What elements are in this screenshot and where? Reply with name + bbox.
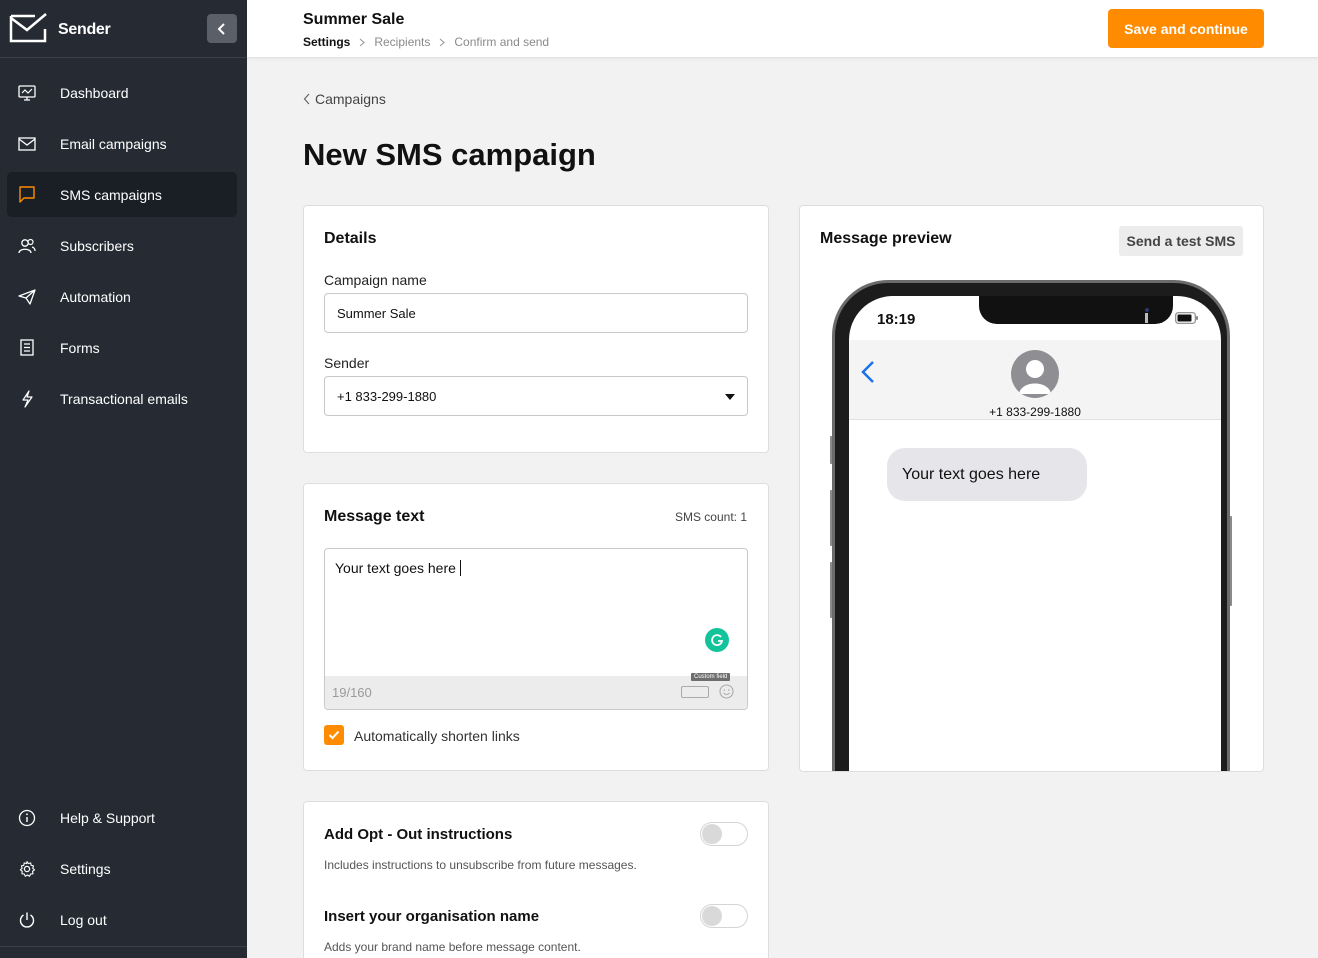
form-icon (17, 338, 37, 358)
message-bubble: Your text goes here (887, 448, 1087, 501)
custom-field-icon[interactable] (681, 686, 709, 698)
sidebar-item-dashboard[interactable]: Dashboard (7, 70, 237, 115)
sidebar-item-label: Subscribers (60, 237, 134, 254)
custom-field-tooltip: Custom field (691, 673, 731, 681)
textarea-footer: 19/160 Custom field (325, 673, 747, 709)
sidebar-item-label: Email campaigns (60, 135, 167, 152)
sidebar-header: Sender (0, 0, 247, 58)
status-time: 18:19 (877, 311, 916, 328)
paper-plane-icon (17, 287, 37, 307)
chat-bubble-icon (17, 185, 37, 205)
send-test-sms-button[interactable]: Send a test SMS (1119, 226, 1243, 256)
message-preview-card: Message preview Send a test SMS 18:19 +1… (799, 205, 1264, 772)
details-title: Details (324, 230, 377, 247)
chevron-right-icon (439, 38, 446, 47)
sidebar-item-label: Help & Support (60, 809, 155, 826)
char-count: 19/160 (332, 685, 372, 700)
message-text-title: Message text (324, 508, 425, 525)
message-text-value: Your text goes here (335, 560, 456, 576)
page-title: New SMS campaign (303, 137, 596, 172)
power-icon (17, 910, 37, 930)
sidebar-item-log-out[interactable]: Log out (7, 897, 237, 942)
users-icon (17, 236, 37, 256)
organisation-name-description: Adds your brand name before message cont… (324, 940, 581, 954)
shorten-links-label: Automatically shorten links (354, 728, 520, 744)
campaign-name-label: Campaign name (324, 272, 427, 288)
toggle-knob (702, 906, 722, 926)
step-confirm-and-send[interactable]: Confirm and send (454, 35, 549, 49)
sidebar-item-transactional-emails[interactable]: Transactional emails (7, 376, 237, 421)
sidebar-item-label: Automation (60, 288, 131, 305)
chevron-left-icon (217, 22, 225, 35)
gear-icon (17, 859, 37, 879)
campaign-name-input[interactable]: Summer Sale (324, 293, 748, 333)
contact-number: +1 833-299-1880 (989, 405, 1081, 419)
divider (0, 946, 247, 947)
details-card: Details Campaign name Summer Sale Sender… (303, 205, 769, 453)
back-link-label: Campaigns (315, 91, 386, 107)
sidebar-item-help-support[interactable]: Help & Support (7, 795, 237, 840)
sidebar-item-label: Transactional emails (60, 390, 188, 407)
sender-select[interactable]: +1 833-299-1880 (324, 376, 748, 416)
emoji-icon[interactable] (719, 684, 734, 699)
sidebar-item-settings[interactable]: Settings (7, 846, 237, 891)
message-textarea[interactable]: Your text goes here 19/160 Custom field (324, 548, 748, 710)
sidebar-item-label: Settings (60, 860, 111, 877)
opt-out-description: Includes instructions to unsubscribe fro… (324, 858, 637, 872)
checkmark-icon (328, 730, 340, 740)
sender-logo-icon[interactable] (8, 12, 48, 44)
camera-dot (1145, 308, 1149, 312)
signal-icon (1133, 313, 1148, 323)
sidebar-item-automation[interactable]: Automation (7, 274, 237, 319)
phone-screen: 18:19 +1 833-299-1880 Your text goes her… (849, 296, 1221, 771)
organisation-name-title: Insert your organisation name (324, 908, 540, 925)
chevron-left-icon (303, 93, 310, 105)
sidebar-item-label: Dashboard (60, 84, 129, 101)
sender-value: +1 833-299-1880 (337, 388, 437, 404)
step-recipients[interactable]: Recipients (374, 35, 430, 49)
sms-count: SMS count: 1 (674, 510, 747, 524)
sidebar: Sender Dashboard Email campaigns SMS cam… (0, 0, 247, 958)
info-icon (17, 808, 37, 828)
contact-avatar (1011, 350, 1059, 398)
brand-name: Sender (58, 21, 111, 38)
shorten-links-checkbox[interactable] (324, 725, 344, 745)
wifi-icon (1154, 312, 1169, 323)
text-cursor (459, 560, 461, 576)
envelope-icon (17, 134, 37, 154)
message-text-card: Message text SMS count: 1 Your text goes… (303, 483, 769, 771)
sidebar-item-email-campaigns[interactable]: Email campaigns (7, 121, 237, 166)
ios-back-icon[interactable] (861, 360, 875, 384)
options-card: Add Opt - Out instructions Includes inst… (303, 801, 769, 958)
phone-frame: 18:19 +1 833-299-1880 Your text goes her… (832, 280, 1230, 771)
opt-out-title: Add Opt - Out instructions (324, 826, 513, 843)
caret-down-icon (725, 394, 735, 400)
lightning-icon (17, 389, 37, 409)
dashboard-icon (17, 83, 37, 103)
opt-out-toggle[interactable] (700, 822, 748, 846)
sms-contact-header: +1 833-299-1880 (849, 340, 1221, 420)
message-preview-title: Message preview (820, 230, 952, 247)
phone-mockup: 18:19 +1 833-299-1880 Your text goes her… (830, 280, 1232, 771)
sidebar-item-subscribers[interactable]: Subscribers (7, 223, 237, 268)
top-bar: Summer Sale Settings Recipients Confirm … (247, 0, 1318, 58)
grammarly-icon[interactable] (705, 628, 729, 652)
breadcrumb: Settings Recipients Confirm and send (303, 35, 549, 49)
sidebar-item-sms-campaigns[interactable]: SMS campaigns (7, 172, 237, 217)
campaign-title: Summer Sale (303, 11, 405, 28)
collapse-sidebar-button[interactable] (207, 14, 237, 43)
sidebar-item-forms[interactable]: Forms (7, 325, 237, 370)
message-text-content: Your text goes here (335, 560, 461, 576)
toggle-knob (702, 824, 722, 844)
chevron-right-icon (359, 38, 366, 47)
battery-icon (1175, 312, 1198, 324)
step-settings[interactable]: Settings (303, 35, 350, 49)
organisation-name-toggle[interactable] (700, 904, 748, 928)
sidebar-item-label: Log out (60, 911, 107, 928)
sidebar-item-label: SMS campaigns (60, 186, 162, 203)
save-and-continue-button[interactable]: Save and continue (1108, 9, 1264, 48)
sidebar-item-label: Forms (60, 339, 100, 356)
sender-label: Sender (324, 355, 370, 371)
back-to-campaigns-link[interactable]: Campaigns (303, 91, 386, 107)
